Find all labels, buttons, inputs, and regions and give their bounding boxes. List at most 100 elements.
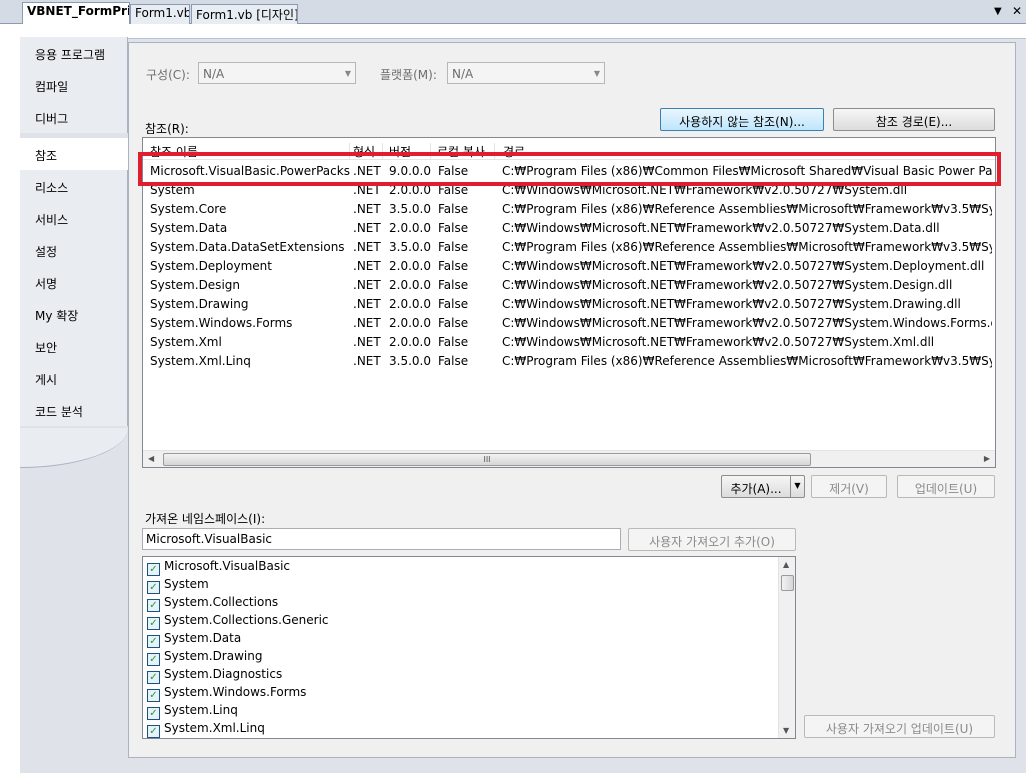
platform-label: 플랫폼(M): (380, 68, 437, 82)
unused-references-button[interactable]: 사용하지 않는 참조(N)... (660, 108, 824, 131)
checkbox[interactable]: ✓ (147, 635, 160, 648)
reference-name: System.Core (150, 202, 227, 216)
checkbox[interactable]: ✓ (147, 725, 160, 738)
checkbox[interactable]: ✓ (147, 581, 160, 594)
reference-path: C:₩Windows₩Microsoft.NET₩Framework₩v2.0.… (502, 297, 961, 311)
scroll-right-icon[interactable]: ▶ (984, 454, 990, 463)
scroll-thumb[interactable]: III (163, 453, 811, 466)
chevron-down-icon[interactable]: ▼ (790, 476, 804, 497)
reference-type: .NET (353, 278, 381, 292)
nav-item-references[interactable]: 참조 (20, 138, 130, 170)
list-item[interactable]: ✓ System.Collections.Generic (147, 613, 329, 631)
reference-copy-local: False (438, 335, 469, 349)
nav-item-code-analysis[interactable]: 코드 분석 (20, 394, 128, 426)
checkbox[interactable]: ✓ (147, 617, 160, 630)
scroll-left-icon[interactable]: ◀ (148, 454, 154, 463)
reference-path: C:₩Program Files (x86)₩Reference Assembl… (502, 240, 992, 254)
reference-copy-local: False (438, 297, 469, 311)
vertical-scrollbar[interactable]: ▲ ▼ (778, 557, 795, 738)
table-row[interactable]: System .NET 2.0.0.0 False C:₩Windows₩Microso… (143, 181, 995, 200)
nav-item-my-extensions[interactable]: My 확장 (20, 298, 128, 330)
reference-type: .NET (353, 297, 381, 311)
update-user-import-button[interactable]: 사용자 가져오기 업데이트(U) (804, 715, 995, 738)
checkbox[interactable]: ✓ (147, 599, 160, 612)
tab-form1-designer[interactable]: Form1.vb [디자인] (191, 4, 298, 24)
chevron-down-icon: ▼ (344, 69, 351, 78)
list-item[interactable]: ✓ System.Collections (147, 595, 278, 613)
table-row[interactable]: System.Data.DataSetExtensions .NET 3.5.0.0… (143, 238, 995, 257)
column-header-copy-local[interactable]: 로컬 복사 (437, 143, 495, 160)
reference-path: C:₩Windows₩Microsoft.NET₩Framework₩v2.0.… (502, 278, 953, 292)
update-reference-button[interactable]: 업데이트(U) (897, 475, 995, 498)
namespace-label: System.Data (164, 631, 242, 645)
scroll-up-icon[interactable]: ▲ (783, 560, 789, 569)
reference-version: 2.0.0.0 (389, 297, 431, 311)
scroll-down-icon[interactable]: ▼ (783, 726, 789, 735)
table-row[interactable]: System.Design .NET 2.0.0.0 False C:₩Windows₩… (143, 276, 995, 295)
table-row[interactable]: System.Drawing .NET 2.0.0.0 False C:₩Windows… (143, 295, 995, 314)
tab-project-properties[interactable]: VBNET_FormPrint (22, 2, 130, 25)
checkbox[interactable]: ✓ (147, 671, 160, 684)
reference-path: C:₩Windows₩Microsoft.NET₩Framework₩v2.0.… (502, 183, 908, 197)
list-item[interactable]: ✓ Microsoft.VisualBasic (147, 559, 290, 577)
nav-item-publish[interactable]: 게시 (20, 362, 128, 394)
table-row[interactable]: System.Xml .NET 2.0.0.0 False C:₩Windows₩Mic… (143, 333, 995, 352)
scroll-thumb[interactable] (781, 575, 794, 591)
list-item[interactable]: ✓ System.Windows.Forms (147, 685, 306, 703)
reference-path: C:₩Program Files (x86)₩Reference Assembl… (502, 354, 992, 368)
reference-name: System.Data.DataSetExtensions (150, 240, 345, 254)
reference-version: 3.5.0.0 (389, 354, 431, 368)
table-row[interactable]: System.Data .NET 2.0.0.0 False C:₩Windows₩Mi… (143, 219, 995, 238)
column-header-type[interactable]: 형식 (353, 143, 383, 160)
column-header-version[interactable]: 버전 (389, 143, 431, 160)
nav-item-settings[interactable]: 설정 (20, 234, 128, 266)
list-item[interactable]: ✓ System.Linq (147, 703, 238, 721)
nav-item-services[interactable]: 서비스 (20, 202, 128, 234)
platform-value: N/A (452, 67, 474, 81)
config-value: N/A (203, 67, 225, 81)
table-row[interactable]: Microsoft.VisualBasic.PowerPacks.Vs .NET 9… (143, 162, 995, 181)
table-row[interactable]: System.Windows.Forms .NET 2.0.0.0 False C:₩W… (143, 314, 995, 333)
nav-item-resources[interactable]: 리소스 (20, 170, 128, 202)
table-row[interactable]: System.Deployment .NET 2.0.0.0 False C:₩Wind… (143, 257, 995, 276)
references-list[interactable]: 참조 이름 형식 버전 로컬 복사 경로 Microsoft.VisualBas… (142, 137, 996, 468)
checkbox[interactable]: ✓ (147, 707, 160, 720)
list-item[interactable]: ✓ System (147, 577, 209, 595)
nav-item-compile[interactable]: 컴파일 (20, 69, 128, 101)
nav-item-debug[interactable]: 디버그 (20, 101, 128, 133)
reference-type: .NET (353, 316, 381, 330)
add-reference-button[interactable]: 추가(A)... ▼ (721, 475, 805, 498)
references-header: 참조 이름 형식 버전 로컬 복사 경로 (143, 138, 995, 160)
reference-copy-local: False (438, 240, 469, 254)
checkbox[interactable]: ✓ (147, 563, 160, 576)
config-select[interactable]: N/A ▼ (198, 62, 356, 84)
close-icon[interactable]: ✕ (1012, 4, 1022, 18)
reference-name: System.Xml (150, 335, 222, 349)
add-reference-label: 추가(A)... (730, 482, 782, 496)
nav-item-application[interactable]: 응용 프로그램 (20, 37, 128, 69)
checkbox[interactable]: ✓ (147, 653, 160, 666)
namespace-label: System.Drawing (164, 649, 263, 663)
table-row[interactable]: System.Xml.Linq .NET 3.5.0.0 False C:₩Progra… (143, 352, 995, 371)
list-item[interactable]: ✓ System.Drawing (147, 649, 262, 667)
chevron-down-icon[interactable]: ▼ (994, 6, 1002, 17)
table-row[interactable]: System.Core .NET 3.5.0.0 False C:₩Program Fi… (143, 200, 995, 219)
add-user-import-button[interactable]: 사용자 가져오기 추가(O) (628, 528, 796, 551)
namespace-input[interactable]: Microsoft.VisualBasic (142, 528, 621, 550)
horizontal-scrollbar[interactable]: ◀ III ▶ (143, 450, 995, 467)
remove-reference-button[interactable]: 제거(V) (811, 475, 887, 498)
column-header-path[interactable]: 경로 (503, 143, 993, 160)
column-header-name[interactable]: 참조 이름 (150, 143, 350, 160)
list-item[interactable]: ✓ System.Diagnostics (147, 667, 282, 685)
checkbox[interactable]: ✓ (147, 689, 160, 702)
platform-select[interactable]: N/A ▼ (447, 62, 605, 84)
list-item[interactable]: ✓ System.Data (147, 631, 241, 649)
namespace-label: System.Linq (164, 703, 238, 717)
tab-form1-code[interactable]: Form1.vb (130, 4, 190, 24)
imported-namespaces-list[interactable]: ✓ Microsoft.VisualBasic ✓ System ✓ System.Col… (142, 556, 796, 739)
nav-item-security[interactable]: 보안 (20, 330, 128, 362)
reference-paths-button[interactable]: 참조 경로(E)... (833, 108, 995, 131)
nav-item-signing[interactable]: 서명 (20, 266, 128, 298)
reference-copy-local: False (438, 278, 469, 292)
list-item[interactable]: ✓ System.Xml.Linq (147, 721, 265, 738)
